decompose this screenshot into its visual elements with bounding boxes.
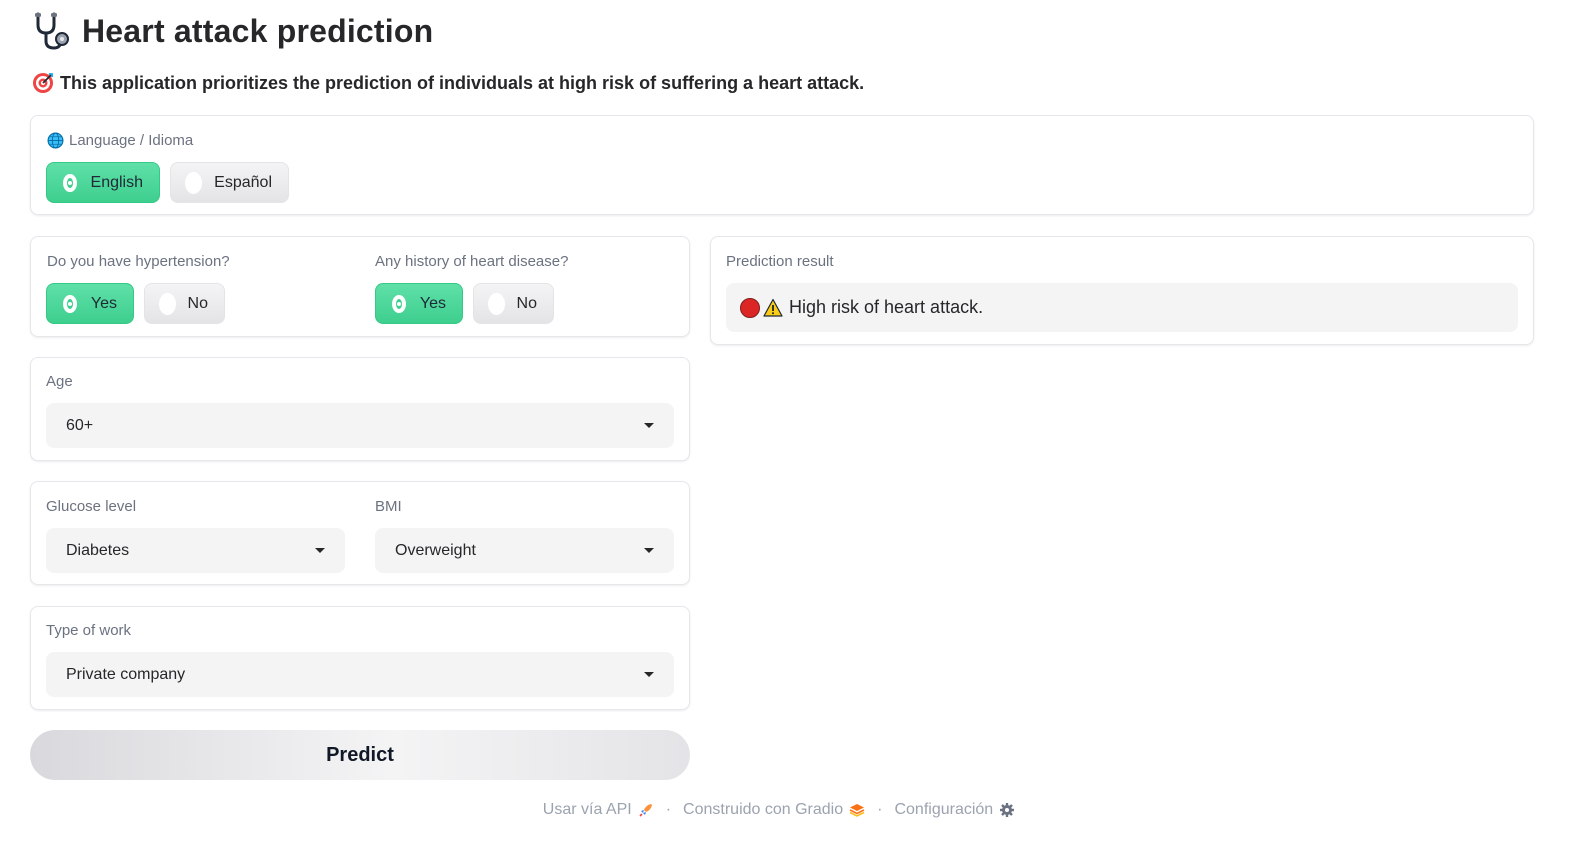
heart-disease-option-yes[interactable]: Yes (375, 283, 463, 324)
language-panel: Language / Idioma English Español (30, 115, 1534, 215)
radio-selected-icon (392, 294, 406, 313)
language-label: Language / Idioma (47, 132, 193, 149)
footer-separator: · (877, 801, 883, 818)
age-panel: Age 60+ (30, 357, 690, 461)
gradio-link[interactable]: Construido con Gradio (683, 801, 865, 819)
history-panel: Do you have hypertension? Yes No Any his… (30, 236, 690, 337)
footer-separator: · (665, 801, 672, 818)
settings-link-text: Configuración (894, 801, 994, 818)
hypertension-label: Do you have hypertension? (47, 253, 230, 270)
gear-icon (1000, 803, 1015, 817)
page-title: Heart attack prediction (82, 12, 434, 49)
page-header: Heart attack prediction (32, 10, 433, 52)
chevron-down-icon (315, 548, 325, 553)
option-label: No (187, 294, 208, 312)
heart-disease-label: Any history of heart disease? (375, 253, 569, 270)
bmi-label: BMI (375, 498, 402, 515)
option-label: Yes (90, 294, 117, 312)
chevron-down-icon (644, 548, 654, 553)
option-label: Español (214, 173, 272, 191)
glucose-dropdown[interactable]: Diabetes (46, 528, 345, 573)
result-label: Prediction result (726, 253, 834, 270)
work-panel: Type of work Private company (30, 606, 690, 710)
heart-disease-radio-group: Yes No (375, 283, 554, 324)
result-output: High risk of heart attack. (726, 283, 1518, 332)
language-option-spanish[interactable]: Español (170, 162, 289, 203)
bmi-dropdown[interactable]: Overweight (375, 528, 674, 573)
glucose-value: Diabetes (66, 541, 130, 559)
radio-unselected-icon (159, 292, 176, 315)
work-value: Private company (66, 665, 186, 683)
glucose-bmi-panel: Glucose level Diabetes BMI Overweight (30, 481, 690, 585)
red-circle-icon (740, 297, 760, 318)
age-value: 60+ (66, 416, 94, 434)
page-subtitle: This application prioritizes the predict… (32, 70, 864, 96)
work-label: Type of work (46, 622, 132, 639)
result-text: High risk of heart attack. (789, 297, 984, 317)
footer: Usar vía API · Construido con Gradio · C… (0, 801, 1558, 819)
bmi-value: Overweight (395, 541, 476, 559)
work-dropdown[interactable]: Private company (46, 652, 674, 697)
option-label: No (516, 294, 537, 312)
chevron-down-icon (644, 423, 654, 428)
hypertension-option-yes[interactable]: Yes (46, 283, 134, 324)
api-link-text: Usar vía API (542, 801, 632, 818)
language-radio-group: English Español (46, 162, 289, 203)
predict-button[interactable]: Predict (30, 730, 690, 780)
stethoscope-icon (35, 12, 69, 50)
radio-selected-icon (63, 294, 77, 313)
target-icon (33, 73, 53, 93)
hypertension-option-no[interactable]: No (144, 283, 225, 324)
age-label: Age (46, 373, 73, 390)
gradio-logo-icon (849, 804, 865, 817)
api-link[interactable]: Usar vía API (543, 801, 654, 819)
language-label-text: Language / Idioma (69, 132, 194, 149)
radio-unselected-icon (488, 292, 505, 315)
rocket-icon (639, 804, 652, 817)
radio-selected-icon (63, 173, 77, 192)
settings-link[interactable]: Configuración (894, 801, 1015, 819)
warning-icon (763, 298, 783, 317)
age-dropdown[interactable]: 60+ (46, 403, 674, 448)
hypertension-radio-group: Yes No (46, 283, 225, 324)
language-option-english[interactable]: English (46, 162, 160, 203)
chevron-down-icon (644, 672, 654, 677)
option-label: English (90, 173, 143, 191)
radio-unselected-icon (185, 171, 203, 194)
globe-icon (47, 132, 64, 149)
subtitle-text: This application prioritizes the predict… (60, 72, 865, 93)
option-label: Yes (419, 294, 446, 312)
heart-disease-option-no[interactable]: No (473, 283, 554, 324)
glucose-label: Glucose level (46, 498, 137, 515)
gradio-link-text: Construido con Gradio (683, 801, 844, 818)
